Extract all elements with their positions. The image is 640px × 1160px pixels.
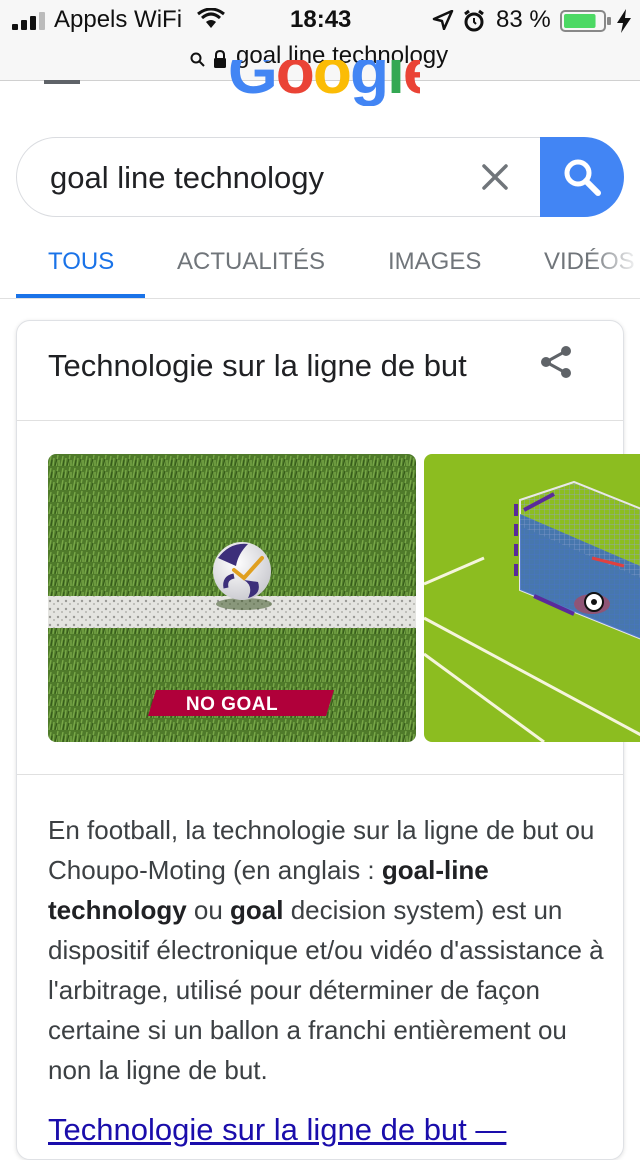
clock: 18:43 bbox=[290, 6, 352, 33]
search-input[interactable] bbox=[50, 158, 450, 198]
logo-letter: e bbox=[403, 60, 420, 106]
location-arrow-icon bbox=[432, 10, 454, 30]
tab-fade bbox=[590, 230, 640, 296]
menu-icon[interactable] bbox=[44, 80, 80, 86]
active-tab-indicator bbox=[16, 294, 145, 298]
tab-images[interactable]: IMAGES bbox=[388, 248, 481, 276]
desc-text-2: ou bbox=[186, 895, 231, 925]
battery-percent: 83 % bbox=[496, 6, 551, 33]
search-button[interactable] bbox=[540, 137, 624, 217]
battery-icon bbox=[560, 10, 611, 32]
status-bar: Appels WiFi 18:43 83 % bbox=[0, 0, 640, 40]
wifi-icon bbox=[197, 8, 225, 28]
tab-tous[interactable]: TOUS bbox=[48, 248, 114, 276]
logo-text: Google bbox=[228, 60, 420, 106]
no-goal-label: NO GOAL bbox=[185, 694, 279, 715]
search-tabs: TOUS ACTUALITÉS IMAGES VIDÉOS bbox=[0, 230, 640, 299]
divider bbox=[17, 420, 623, 421]
share-icon[interactable] bbox=[538, 344, 574, 380]
logo-letter: l bbox=[387, 60, 405, 106]
logo-letter: g bbox=[349, 60, 389, 106]
wikipedia-link[interactable]: Technologie sur la ligne de but — bbox=[48, 1112, 506, 1148]
charging-bolt-icon bbox=[617, 9, 631, 33]
logo-letter: o bbox=[275, 60, 315, 106]
carrier-name: Appels WiFi bbox=[54, 6, 183, 33]
search-icon bbox=[564, 159, 601, 196]
desc-text-1: En football, la technologie sur la ligne… bbox=[48, 815, 595, 885]
google-logo[interactable]: Google bbox=[220, 60, 420, 106]
tab-actualites[interactable]: ACTUALITÉS bbox=[177, 248, 325, 276]
alarm-icon bbox=[464, 9, 484, 32]
clear-icon[interactable] bbox=[481, 163, 509, 191]
panel-title: Technologie sur la ligne de but bbox=[48, 348, 467, 383]
logo-letter: o bbox=[312, 60, 352, 106]
logo-letter: G bbox=[228, 60, 278, 106]
desc-bold-2: goal bbox=[230, 895, 284, 925]
divider bbox=[17, 774, 623, 775]
signal-icon bbox=[12, 12, 45, 30]
goal-diagram-image[interactable] bbox=[424, 454, 640, 742]
search-icon bbox=[190, 52, 205, 67]
panel-description: En football, la technologie sur la ligne… bbox=[48, 810, 608, 1090]
